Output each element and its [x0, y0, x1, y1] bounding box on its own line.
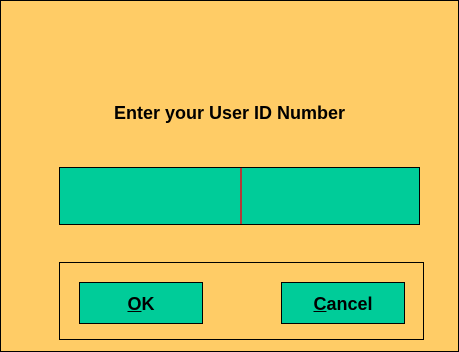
ok-button[interactable]: OK — [79, 282, 203, 324]
ok-label-rest: K — [141, 294, 155, 314]
prompt-label: Enter your User ID Number — [113, 103, 346, 123]
cancel-button[interactable]: Cancel — [281, 282, 405, 324]
user-id-dialog: Enter your User ID Number OK Cancel — [0, 0, 459, 352]
button-group: OK Cancel — [59, 262, 424, 340]
cancel-label-rest: ancel — [326, 294, 373, 314]
ok-mnemonic: O — [127, 294, 142, 314]
text-caret — [240, 168, 242, 224]
user-id-input[interactable] — [59, 167, 420, 225]
cancel-mnemonic: C — [313, 294, 327, 314]
